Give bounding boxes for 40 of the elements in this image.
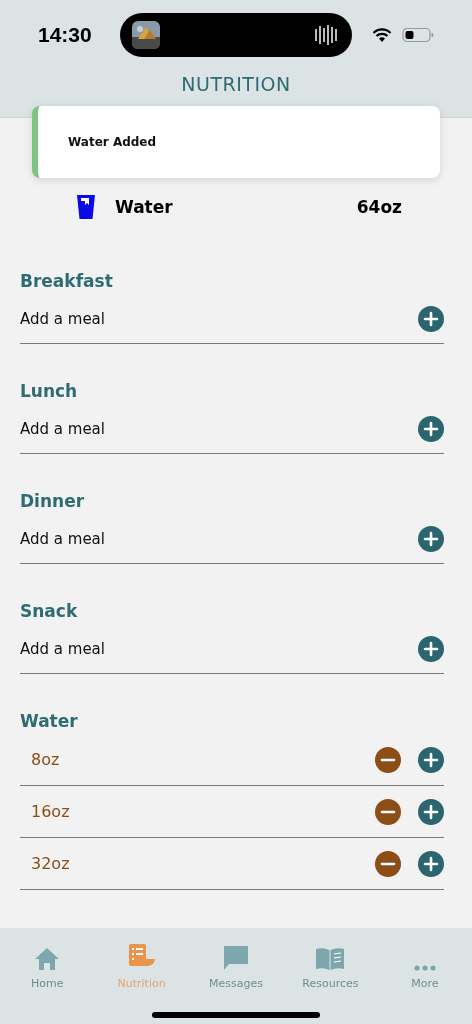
remove-icon[interactable] [375, 850, 401, 877]
add-icon[interactable] [418, 305, 444, 332]
tab[interactable]: Nutrition [94, 936, 189, 990]
waveform-icon [314, 23, 340, 47]
status-time: 14:30 [38, 23, 93, 47]
water-amount: 16oz [30, 802, 70, 821]
more-icon [413, 965, 436, 971]
section-heading: Breakfast [20, 270, 114, 293]
summary-label: Water [115, 197, 173, 217]
tab[interactable]: Home [0, 936, 95, 990]
water-amount: 32oz [30, 854, 70, 873]
remove-icon[interactable] [375, 746, 401, 773]
add-icon[interactable] [418, 415, 444, 442]
battery-icon [402, 27, 434, 43]
section-heading: Water [20, 710, 79, 733]
tab[interactable]: Resources [283, 936, 378, 990]
wifi-icon [372, 27, 392, 43]
page-title: NUTRITION [181, 73, 291, 95]
section-heading: Snack [20, 600, 79, 623]
add-icon[interactable] [418, 635, 444, 662]
section-heading: Lunch [20, 380, 79, 403]
add-meal-label: Add a meal [20, 529, 105, 548]
add-icon[interactable] [418, 850, 444, 877]
remove-icon[interactable] [375, 798, 401, 825]
section-heading: Dinner [20, 490, 86, 513]
house-icon [34, 947, 61, 971]
summary-amount: 64oz [356, 197, 402, 217]
tab[interactable]: Messages [188, 936, 284, 990]
add-meal-label: Add a meal [20, 419, 105, 438]
toast-message: Water Added [68, 135, 157, 149]
book-icon [315, 947, 346, 971]
add-icon[interactable] [418, 746, 444, 773]
add-icon[interactable] [418, 798, 444, 825]
tab[interactable]: More [377, 936, 472, 990]
chat-bubble-icon [223, 945, 249, 971]
glass-icon [76, 194, 96, 220]
add-meal-label: Add a meal [20, 639, 105, 658]
water-amount: 8oz [30, 750, 60, 769]
add-icon[interactable] [418, 525, 444, 552]
add-meal-label: Add a meal [20, 309, 105, 328]
